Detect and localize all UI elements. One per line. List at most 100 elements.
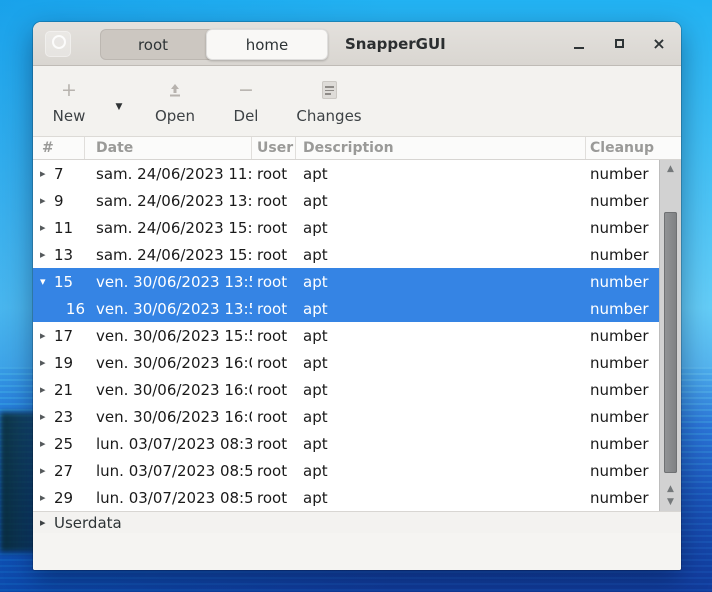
snapshot-list: ▸ 7 sam. 24/06/2023 11:00 root apt numbe… [33, 160, 659, 511]
snapshot-date: sam. 24/06/2023 15:20 [85, 246, 252, 264]
snapshot-user: root [252, 327, 296, 345]
titlebar[interactable]: root home SnapperGUI × [33, 22, 681, 66]
userdata-expander[interactable]: ▸ Userdata [33, 511, 681, 533]
row-expander-icon[interactable]: ▸ [40, 356, 54, 369]
snapshot-number: 27 [54, 462, 73, 480]
vertical-scrollbar[interactable]: ▲ ▲ ▼ [659, 160, 681, 511]
row-expander-icon[interactable]: ▸ [40, 248, 54, 261]
table-row[interactable]: ▸ 25 lun. 03/07/2023 08:33 root apt numb… [33, 430, 659, 457]
row-expander-icon[interactable]: ▸ [40, 410, 54, 423]
table-row[interactable]: ▸ 27 lun. 03/07/2023 08:52 root apt numb… [33, 457, 659, 484]
snapshot-cleanup: number [586, 408, 659, 426]
snapshot-date: ven. 30/06/2023 16:00 [85, 354, 252, 372]
snapshot-cleanup: number [586, 219, 659, 237]
scroll-up-bottom-icon[interactable]: ▲ [660, 483, 681, 495]
minimize-button[interactable] [571, 36, 587, 52]
new-snapshot-button[interactable]: + New [40, 76, 98, 128]
snapshot-description: apt [296, 246, 586, 264]
snapshot-number: 19 [54, 354, 73, 372]
snapshot-user: root [252, 408, 296, 426]
snapshot-date: lun. 03/07/2023 08:52 [85, 462, 252, 480]
table-row[interactable]: ▸ 17 ven. 30/06/2023 15:59 root apt numb… [33, 322, 659, 349]
column-header-user[interactable]: User [252, 137, 296, 159]
snapshot-number: 9 [54, 192, 64, 210]
open-snapshot-button[interactable]: Open [146, 76, 204, 128]
camera-app-icon [45, 31, 71, 57]
snapshot-description: apt [296, 489, 586, 507]
snapshot-cleanup: number [586, 300, 659, 318]
table-row[interactable]: ▸ 29 lun. 03/07/2023 08:57 root apt numb… [33, 484, 659, 511]
table-row[interactable]: ▸ 11 sam. 24/06/2023 15:18 root apt numb… [33, 214, 659, 241]
snapshot-description: apt [296, 462, 586, 480]
snapshot-number: 21 [54, 381, 73, 399]
table-row[interactable]: ▸ 19 ven. 30/06/2023 16:00 root apt numb… [33, 349, 659, 376]
list-area: ▸ 7 sam. 24/06/2023 11:00 root apt numbe… [33, 160, 681, 511]
snapshot-cleanup: number [586, 246, 659, 264]
row-expander-icon[interactable]: ▸ [40, 464, 54, 477]
new-dropdown-button[interactable]: ▼ [101, 76, 137, 128]
maximize-button[interactable] [611, 36, 627, 52]
row-expander-icon[interactable]: ▸ [40, 167, 54, 180]
new-button-label: New [40, 107, 98, 125]
snapshot-user: root [252, 435, 296, 453]
snapshot-user: root [252, 192, 296, 210]
snapshot-cleanup: number [586, 489, 659, 507]
snapshot-number: 23 [54, 408, 73, 426]
column-header-number[interactable]: # [33, 137, 85, 159]
table-row[interactable]: ▸ 9 sam. 24/06/2023 13:04 root apt numbe… [33, 187, 659, 214]
scroll-down-icon[interactable]: ▼ [660, 496, 681, 508]
snapshot-date: ven. 30/06/2023 13:58 [85, 300, 252, 318]
row-expander-icon[interactable]: ▸ [40, 329, 54, 342]
snapshot-date: ven. 30/06/2023 13:58 [85, 273, 252, 291]
chevron-down-icon: ▼ [101, 102, 137, 112]
snapshot-cleanup: number [586, 327, 659, 345]
changes-button[interactable]: Changes [288, 76, 370, 128]
snapshot-date: ven. 30/06/2023 16:02 [85, 381, 252, 399]
plus-icon: + [40, 76, 98, 104]
row-expander-icon[interactable]: ▾ [40, 275, 54, 288]
snapshot-date: ven. 30/06/2023 15:59 [85, 327, 252, 345]
snapshot-date: lun. 03/07/2023 08:57 [85, 489, 252, 507]
maximize-icon [615, 39, 624, 48]
changes-button-label: Changes [288, 107, 370, 125]
column-header-cleanup[interactable]: Cleanup [586, 137, 681, 159]
document-icon [288, 76, 370, 104]
table-row[interactable]: ▸ 7 sam. 24/06/2023 11:00 root apt numbe… [33, 160, 659, 187]
snapshot-description: apt [296, 408, 586, 426]
table-row[interactable]: ▸ 13 sam. 24/06/2023 15:20 root apt numb… [33, 241, 659, 268]
row-expander-icon[interactable]: ▸ [40, 221, 54, 234]
snapshot-number: 15 [54, 273, 73, 291]
scroll-up-icon[interactable]: ▲ [660, 163, 681, 175]
snapshot-number: 7 [54, 165, 64, 183]
delete-snapshot-button[interactable]: − Del [219, 76, 273, 128]
snapshot-description: apt [296, 435, 586, 453]
tab-home[interactable]: home [206, 29, 328, 60]
row-expander-icon[interactable]: ▸ [40, 383, 54, 396]
table-row[interactable]: ▾ 15 ven. 30/06/2023 13:58 root apt numb… [33, 268, 659, 295]
table-row[interactable]: ▸ 23 ven. 30/06/2023 16:02 root apt numb… [33, 403, 659, 430]
userdata-panel [33, 533, 681, 570]
window-controls: × [571, 22, 667, 65]
table-row[interactable]: ▸ 21 ven. 30/06/2023 16:02 root apt numb… [33, 376, 659, 403]
table-header: # Date User Description Cleanup [33, 137, 681, 160]
minus-icon: − [219, 76, 273, 104]
snapshot-description: apt [296, 327, 586, 345]
column-header-date[interactable]: Date [85, 137, 252, 159]
snapshot-number: 29 [54, 489, 73, 507]
desktop-background: root home SnapperGUI × + New ▼ [0, 0, 712, 592]
row-expander-icon[interactable]: ▸ [40, 491, 54, 504]
table-row[interactable]: 16 ven. 30/06/2023 13:58 root apt number [33, 295, 659, 322]
close-button[interactable]: × [651, 36, 667, 52]
tab-root[interactable]: root [100, 29, 206, 60]
column-header-description[interactable]: Description [296, 137, 586, 159]
row-expander-icon[interactable]: ▸ [40, 194, 54, 207]
scrollbar-thumb[interactable] [664, 212, 677, 473]
row-expander-icon[interactable]: ▸ [40, 437, 54, 450]
snapshot-date: sam. 24/06/2023 15:18 [85, 219, 252, 237]
snapshot-user: root [252, 219, 296, 237]
snappergui-window: root home SnapperGUI × + New ▼ [33, 22, 681, 570]
userdata-label: Userdata [54, 514, 122, 532]
snapshot-user: root [252, 381, 296, 399]
snapshot-cleanup: number [586, 273, 659, 291]
snapshot-number: 13 [54, 246, 73, 264]
